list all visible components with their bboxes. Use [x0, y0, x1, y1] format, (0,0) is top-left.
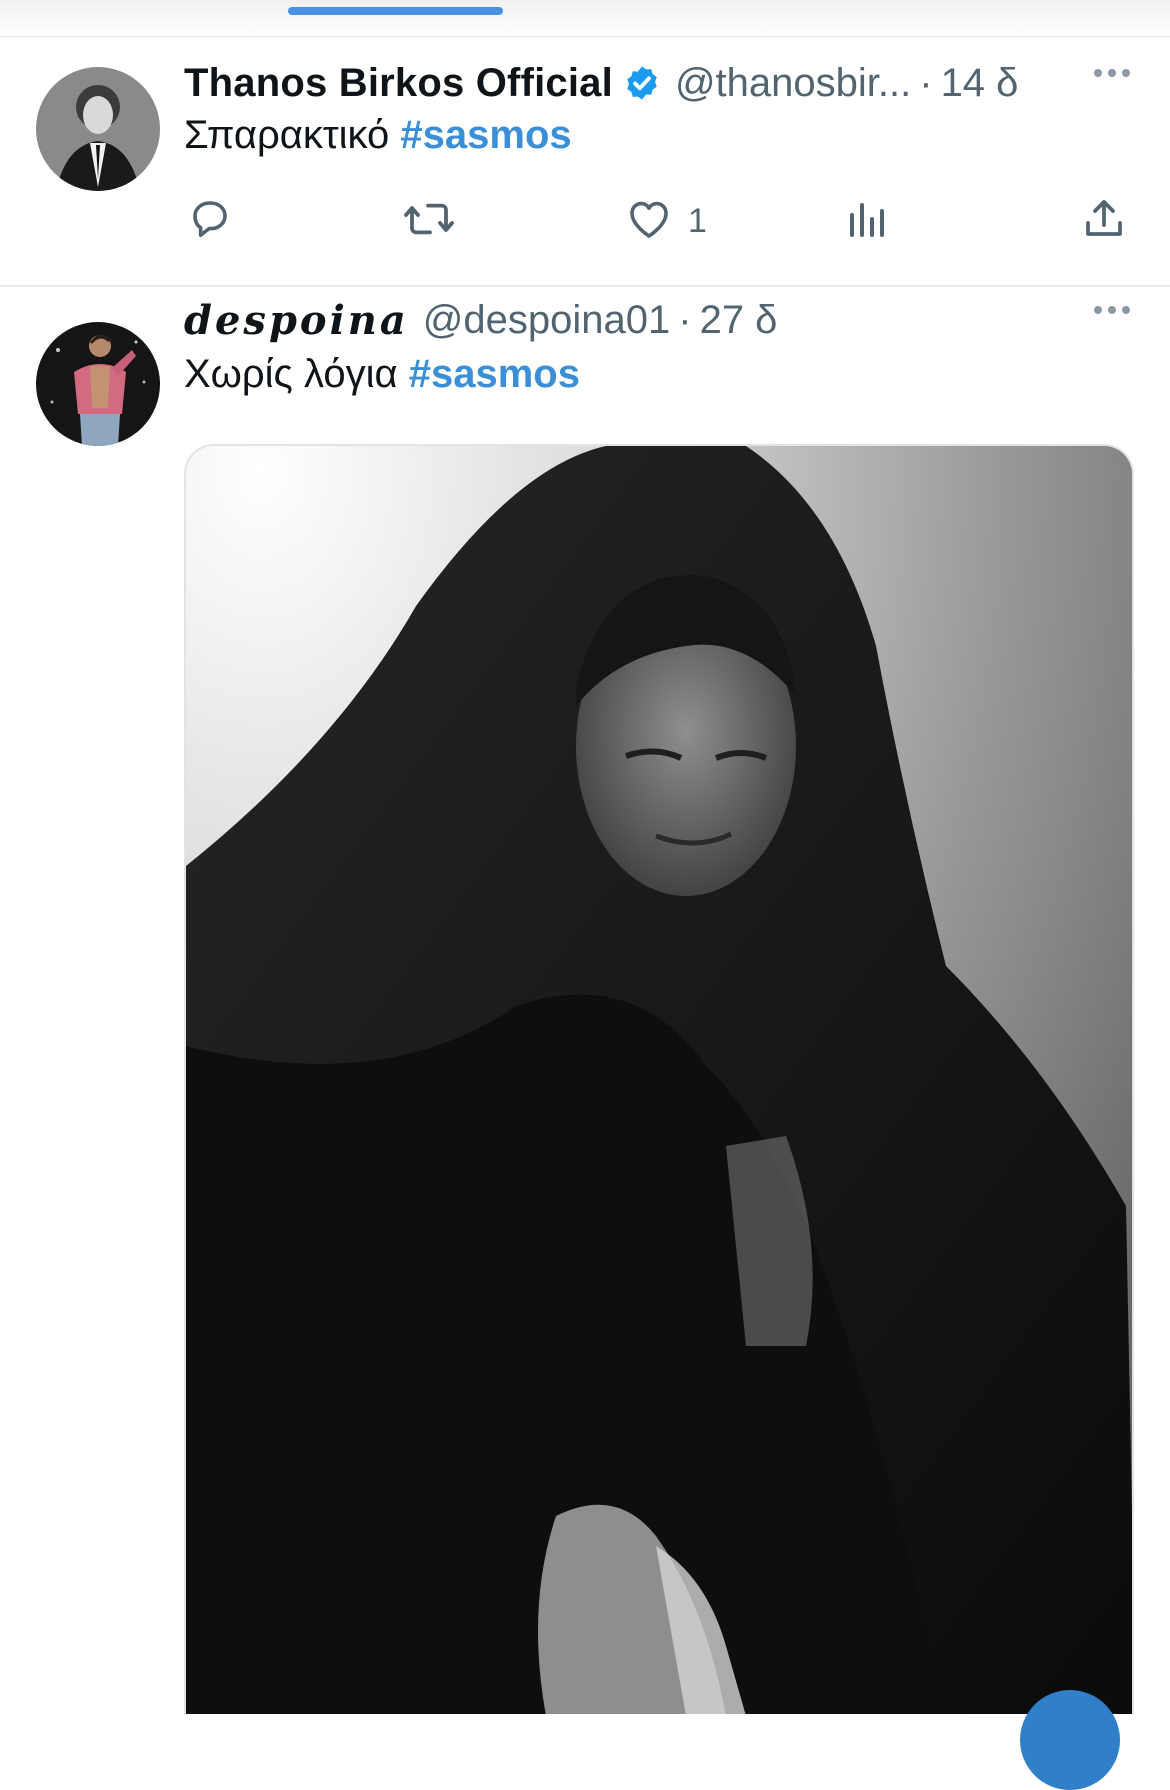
share-button[interactable]: [1080, 195, 1128, 248]
author-handle[interactable]: @despoina01: [423, 298, 670, 343]
separator: ·: [678, 297, 692, 342]
tweet-actions: 1: [0, 195, 1170, 255]
tweet-text-body: Χωρίς λόγια: [184, 352, 398, 396]
more-icon[interactable]: [1094, 69, 1130, 77]
retweet-icon: [402, 195, 456, 248]
tweet-text-body: Σπαρακτικό: [184, 113, 390, 157]
top-tab-bar: [0, 0, 1170, 37]
avatar[interactable]: [36, 322, 160, 446]
avatar[interactable]: [36, 67, 160, 191]
share-icon: [1080, 195, 1128, 248]
verified-icon: [623, 64, 661, 102]
like-count: 1: [688, 202, 707, 240]
reply-icon: [186, 195, 234, 248]
active-tab-indicator: [288, 7, 503, 15]
retweet-button[interactable]: [402, 195, 456, 248]
compose-button[interactable]: [1020, 1690, 1120, 1790]
tweet-media-image[interactable]: [184, 444, 1134, 1714]
separator: ·: [919, 60, 933, 105]
hashtag-link[interactable]: #sasmos: [409, 352, 580, 396]
like-icon: [624, 195, 674, 248]
timestamp[interactable]: 27 δ: [700, 298, 778, 343]
author-name[interactable]: despoina: [184, 297, 409, 344]
author-name[interactable]: Thanos Birkos Official: [184, 61, 613, 106]
tweet-header: Thanos Birkos Official @thanosbir... · 1…: [184, 53, 1130, 113]
tweet[interactable]: despoina @despoina01 · 27 δ Χωρίς λόγια …: [0, 288, 1170, 1714]
tweet-text: Χωρίς λόγια #sasmos: [184, 352, 580, 397]
author-handle[interactable]: @thanosbir...: [675, 61, 911, 106]
tweet-text: Σπαρακτικό #sasmos: [184, 113, 572, 158]
hashtag-link[interactable]: #sasmos: [400, 113, 571, 157]
views-icon: [844, 195, 892, 248]
timestamp[interactable]: 14 δ: [941, 61, 1019, 106]
views-button[interactable]: [844, 195, 892, 248]
tweet[interactable]: Thanos Birkos Official @thanosbir... · 1…: [0, 37, 1170, 287]
reply-button[interactable]: [186, 195, 234, 248]
more-icon[interactable]: [1094, 306, 1130, 314]
tweet-header: despoina @despoina01 · 27 δ: [184, 290, 1130, 350]
like-button[interactable]: 1: [624, 195, 707, 248]
